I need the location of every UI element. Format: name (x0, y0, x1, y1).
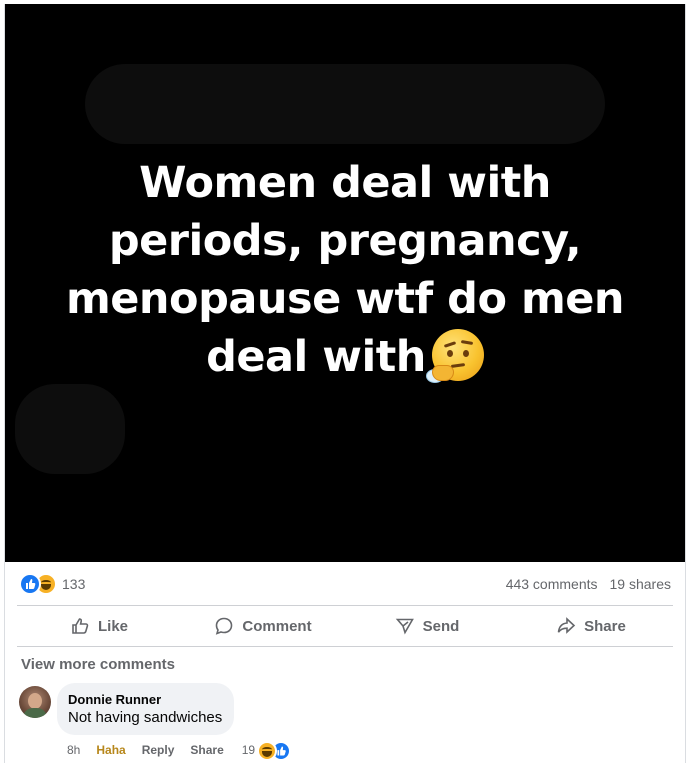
image-shadow (15, 384, 125, 474)
reaction-count[interactable]: 133 (62, 576, 85, 592)
comment-share-button[interactable]: Share (190, 743, 223, 757)
like-label: Like (97, 617, 128, 635)
comment-text: Not having sandwiches (68, 709, 223, 726)
comment-button[interactable]: Comment (181, 606, 345, 646)
send-button[interactable]: Send (345, 606, 509, 646)
comment-reply-button[interactable]: Reply (142, 743, 175, 757)
comment-author[interactable]: Donnie Runner (68, 691, 222, 708)
post-stats: 133 443 comments 19 shares (5, 566, 685, 602)
comment-icon (216, 617, 233, 635)
share-button[interactable]: Share (509, 606, 673, 646)
image-shadow (85, 64, 605, 144)
comment-label: Comment (242, 617, 312, 635)
comment-reaction-button[interactable]: Haha (96, 743, 125, 757)
send-icon (395, 618, 414, 635)
post-action-bar: Like Comment Send Share (17, 605, 673, 647)
reaction-icons[interactable] (19, 573, 59, 595)
post-image[interactable]: Women deal with periods, pregnancy, meno… (5, 4, 685, 562)
comment-bubble: Donnie Runner Not having sandwiches (57, 683, 235, 735)
image-caption-lines: Women deal with periods, pregnancy, meno… (65, 158, 625, 382)
avatar[interactable] (19, 686, 51, 718)
like-button[interactable]: Like (17, 606, 181, 646)
haha-reaction-icon (257, 741, 278, 761)
image-caption-text: Women deal with periods, pregnancy, meno… (45, 154, 645, 386)
post-card: Women deal with periods, pregnancy, meno… (4, 4, 686, 763)
share-label: Share (584, 617, 626, 635)
send-label: Send (422, 617, 460, 635)
comment-reactions[interactable]: 19 (241, 741, 292, 761)
share-arrow-icon (557, 617, 576, 634)
comment-meta: 8h Haha Reply Share 19 (67, 741, 292, 761)
comment-share-counts: 443 comments 19 shares (494, 576, 671, 592)
shares-count-link[interactable]: 19 shares (610, 576, 671, 592)
comment-reaction-count: 19 (241, 743, 256, 757)
thumbs-up-icon (72, 618, 89, 634)
like-reaction-icon (19, 573, 41, 595)
comments-count-link[interactable]: 443 comments (506, 576, 598, 592)
comment-time[interactable]: 8h (67, 743, 80, 757)
view-more-comments-link[interactable]: View more comments (21, 656, 175, 673)
thinking-face-icon (425, 329, 484, 383)
